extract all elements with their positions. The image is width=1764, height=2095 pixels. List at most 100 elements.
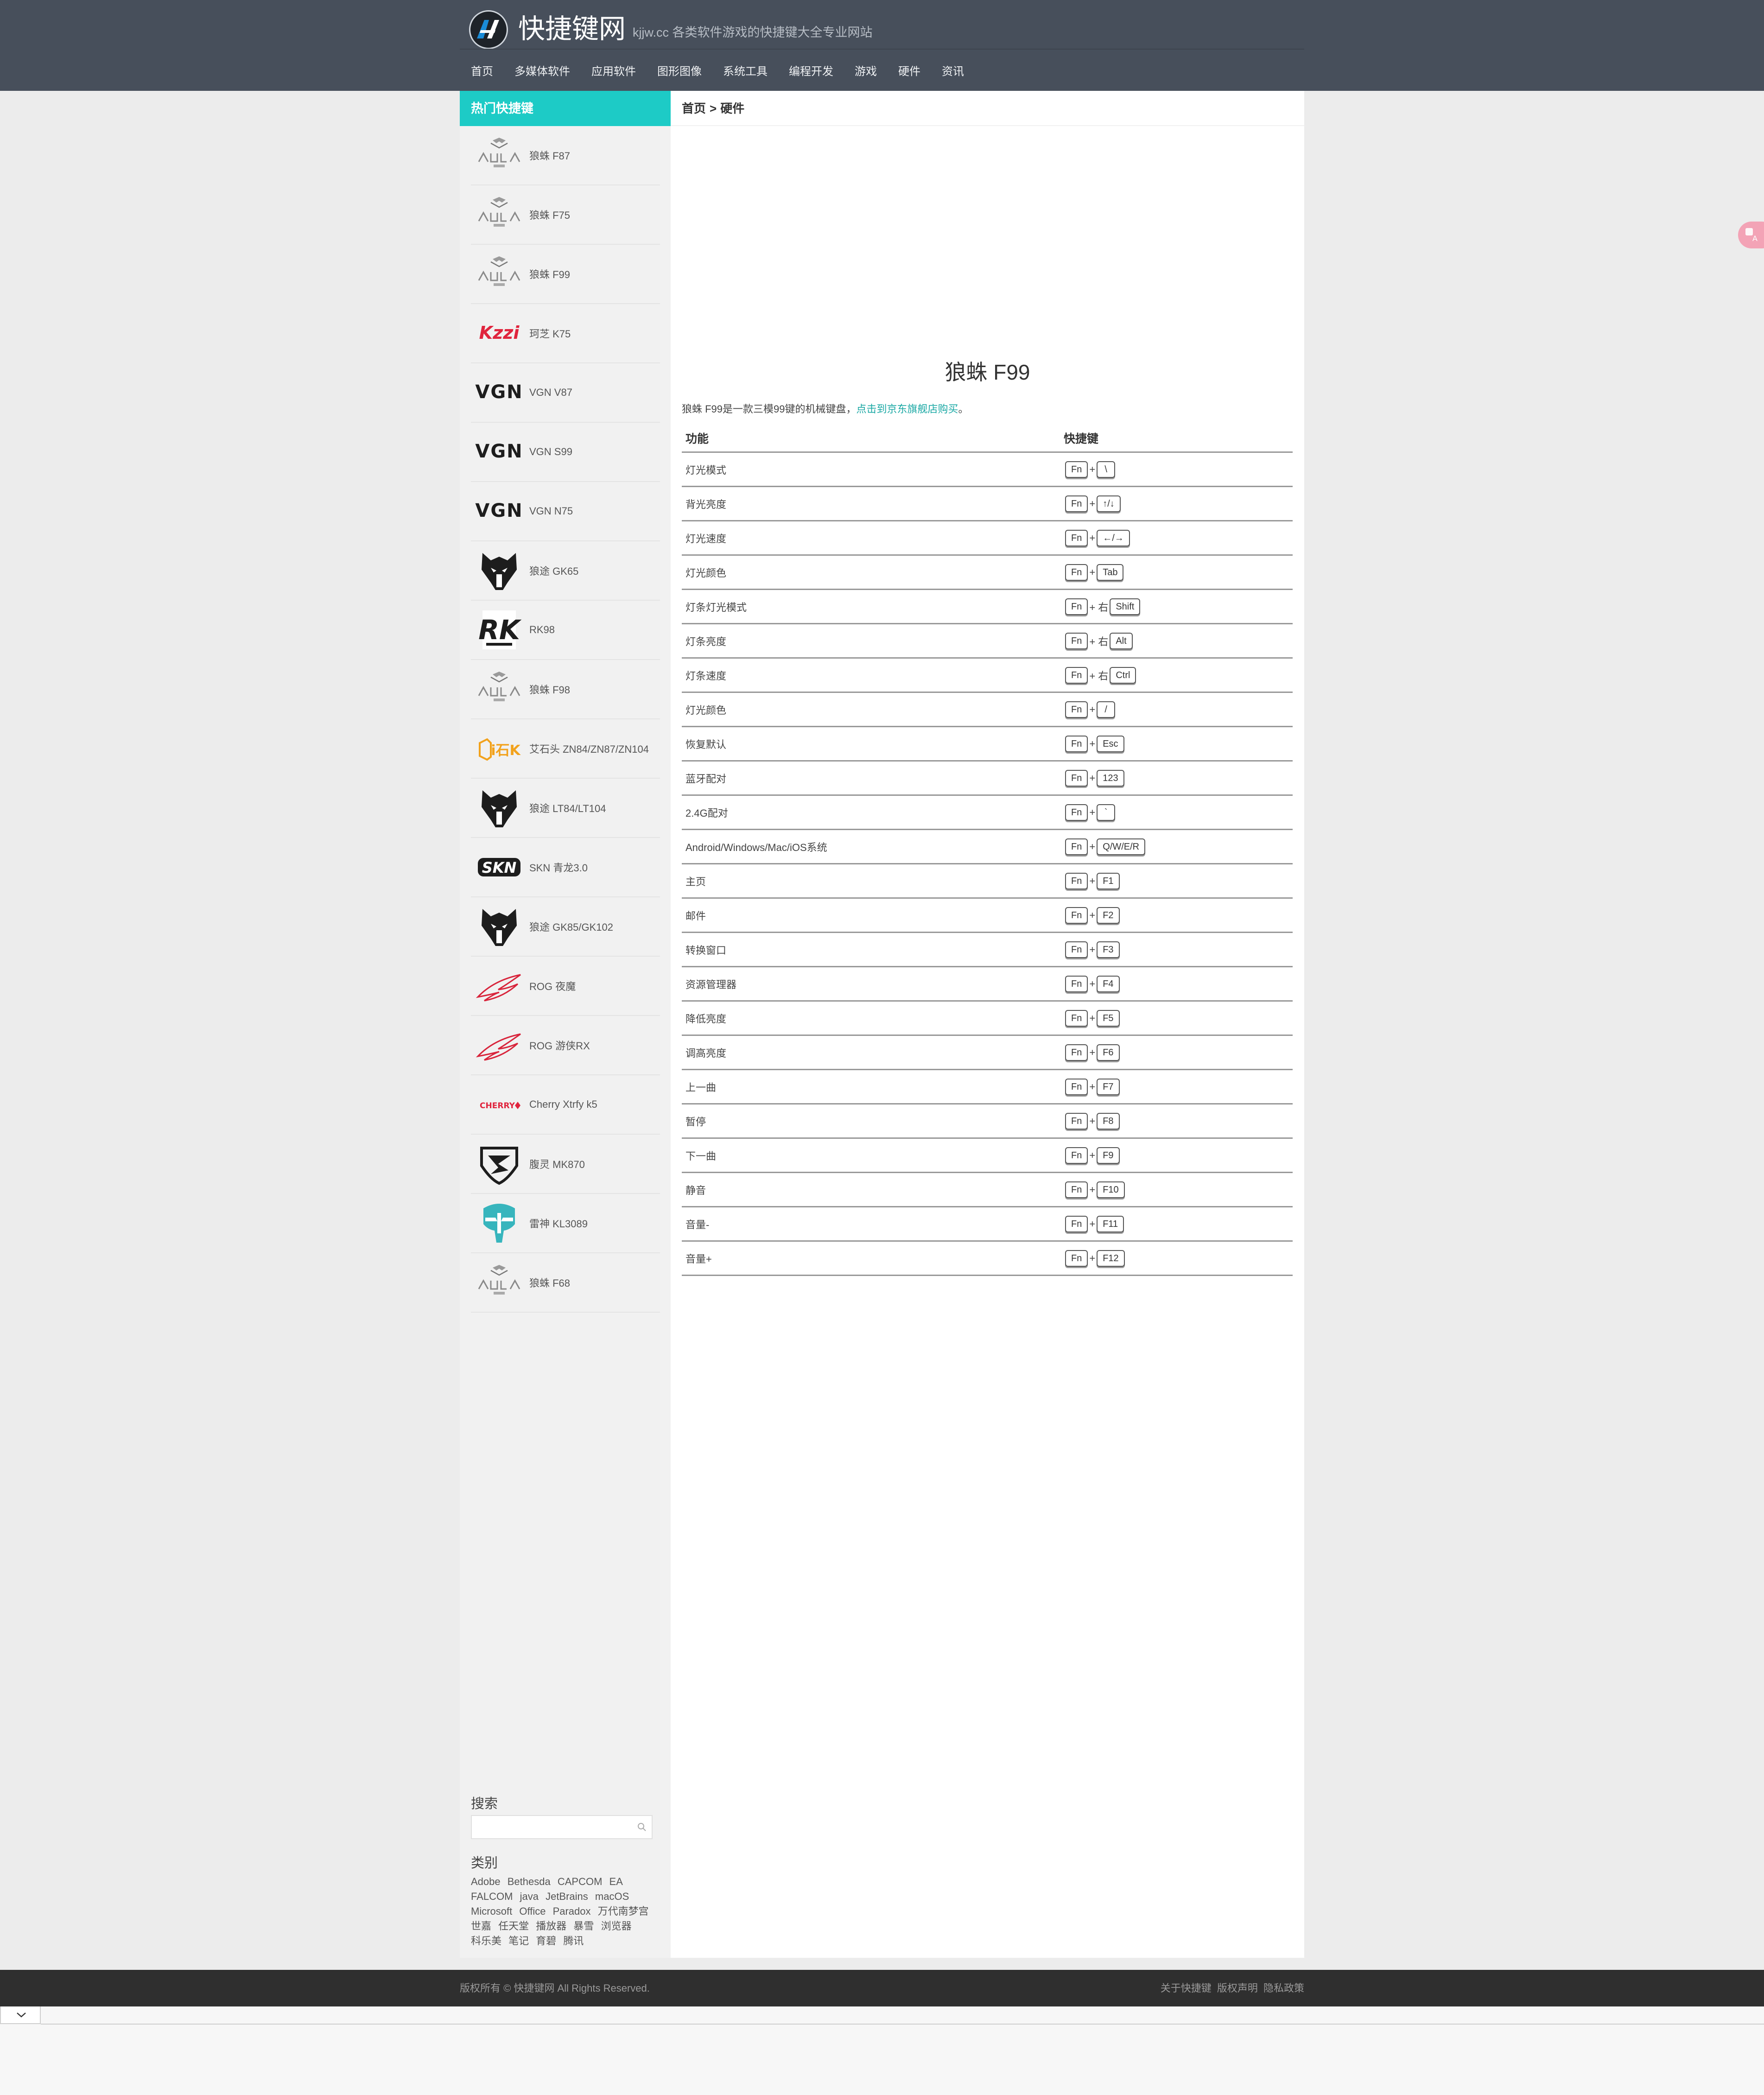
category-link[interactable]: 世嘉 xyxy=(471,1920,491,1932)
vgn-logo-icon[interactable]: VGN xyxy=(474,426,525,477)
aula-logo-icon[interactable] xyxy=(474,189,525,240)
ai-stone-logo-icon[interactable]: i石K xyxy=(474,723,525,774)
vgn-logo-icon[interactable]: VGN xyxy=(474,367,525,418)
category-link[interactable]: 科乐美 xyxy=(471,1935,501,1947)
category-link[interactable]: 育碧 xyxy=(536,1935,556,1947)
category-link[interactable]: java xyxy=(520,1891,539,1902)
hot-item-name[interactable]: 雷神 KL3089 xyxy=(529,1216,588,1231)
footer-link-about[interactable]: 关于快捷键 xyxy=(1161,1982,1212,1994)
aula-logo-icon[interactable] xyxy=(474,664,525,715)
fuling-logo-icon[interactable] xyxy=(474,1138,525,1189)
breadcrumb-home[interactable]: 首页 xyxy=(682,102,706,115)
footer-link-copyright[interactable]: 版权声明 xyxy=(1217,1982,1258,1994)
skn-logo-icon[interactable]: SKN xyxy=(474,842,525,893)
rog-logo-icon[interactable] xyxy=(474,1020,525,1071)
hot-item-name[interactable]: 艾石头 ZN84/ZN87/ZN104 xyxy=(529,741,649,756)
category-link[interactable]: Bethesda xyxy=(508,1876,551,1887)
hot-item-name[interactable]: 狼蛛 F99 xyxy=(529,267,570,281)
nav-item-system-tools[interactable]: 系统工具 xyxy=(723,62,768,78)
hot-item-name[interactable]: ROG 游侠RX xyxy=(529,1038,590,1053)
category-link[interactable]: 播放器 xyxy=(536,1920,566,1932)
hot-item[interactable]: 狼途 GK85/GK102 xyxy=(471,897,660,957)
hot-item[interactable]: 狼途 LT84/LT104 xyxy=(471,779,660,838)
hot-item[interactable]: VGN VGN S99 xyxy=(471,423,660,482)
hot-item-name[interactable]: SKN 青龙3.0 xyxy=(529,860,588,875)
nav-item-news[interactable]: 资讯 xyxy=(942,62,964,78)
panel-toggle-tab[interactable] xyxy=(0,2006,41,2024)
category-link[interactable]: 任天堂 xyxy=(498,1920,529,1932)
hot-item-name[interactable]: 狼蛛 F68 xyxy=(529,1275,570,1290)
chevron-down-icon[interactable] xyxy=(16,2011,27,2019)
hot-item-name[interactable]: VGN N75 xyxy=(529,505,573,517)
category-link[interactable]: Microsoft xyxy=(471,1905,512,1917)
aula-logo-icon[interactable] xyxy=(474,1257,525,1308)
nav-item-programming[interactable]: 编程开发 xyxy=(789,62,833,78)
category-link[interactable]: FALCOM xyxy=(471,1891,513,1902)
hot-item-name[interactable]: Cherry Xtrfy k5 xyxy=(529,1098,597,1111)
hot-item[interactable]: 狼蛛 F87 xyxy=(471,126,660,185)
nav-item-graphics[interactable]: 图形图像 xyxy=(657,62,702,78)
hot-item[interactable]: CHERRY Cherry Xtrfy k5 xyxy=(471,1075,660,1135)
cherry-logo-icon[interactable]: CHERRY xyxy=(474,1079,525,1130)
hot-item[interactable]: ROG 游侠RX xyxy=(471,1016,660,1075)
category-link[interactable]: Paradox xyxy=(553,1905,591,1917)
translate-widget[interactable]: A xyxy=(1738,222,1764,248)
thunderobot-logo-icon[interactable] xyxy=(474,1198,525,1249)
category-link[interactable]: EA xyxy=(609,1876,623,1887)
hot-item-name[interactable]: 腹灵 MK870 xyxy=(529,1156,585,1171)
category-link[interactable]: CAPCOM xyxy=(558,1876,603,1887)
nav-item-home[interactable]: 首页 xyxy=(471,62,493,78)
hot-item[interactable]: 腹灵 MK870 xyxy=(471,1135,660,1194)
hot-item[interactable]: 狼蛛 F98 xyxy=(471,660,660,719)
footer-link-privacy[interactable]: 隐私政策 xyxy=(1263,1982,1304,1994)
nav-item-hardware[interactable]: 硬件 xyxy=(898,62,920,78)
category-link[interactable]: Adobe xyxy=(471,1876,501,1887)
hot-item[interactable]: SKN SKN 青龙3.0 xyxy=(471,838,660,897)
hot-item-name[interactable]: 狼蛛 F75 xyxy=(529,207,570,222)
hot-item-name[interactable]: 狼蛛 F87 xyxy=(529,148,570,163)
langtu-logo-icon[interactable] xyxy=(474,901,525,952)
aula-logo-icon[interactable] xyxy=(474,130,525,181)
hot-item[interactable]: 狼途 GK65 xyxy=(471,541,660,601)
search-icon[interactable] xyxy=(637,1822,647,1832)
search-input[interactable] xyxy=(476,1817,630,1838)
kzzi-logo-icon[interactable]: Kzzi xyxy=(474,308,525,359)
hot-item-name[interactable]: VGN V87 xyxy=(529,387,572,399)
category-link[interactable]: 笔记 xyxy=(508,1935,529,1947)
hot-item[interactable]: VGN VGN N75 xyxy=(471,482,660,541)
breadcrumb-current[interactable]: 硬件 xyxy=(720,102,744,115)
nav-item-games[interactable]: 游戏 xyxy=(855,62,877,78)
hot-item-name[interactable]: 狼途 LT84/LT104 xyxy=(529,800,606,815)
hot-item[interactable]: 狼蛛 F75 xyxy=(471,185,660,245)
category-link[interactable]: 暴雪 xyxy=(573,1920,594,1932)
hot-item[interactable]: 雷神 KL3089 xyxy=(471,1194,660,1253)
hot-item-name[interactable]: 珂芝 K75 xyxy=(529,326,571,341)
buy-link[interactable]: 点击到京东旗舰店购买 xyxy=(857,403,958,415)
category-link[interactable]: Office xyxy=(519,1905,546,1917)
hot-item[interactable]: VGN VGN V87 xyxy=(471,363,660,423)
hot-item-name[interactable]: RK98 xyxy=(529,624,555,636)
aula-logo-icon[interactable] xyxy=(474,248,525,299)
hot-item-name[interactable]: ROG 夜魔 xyxy=(529,978,576,993)
hot-item[interactable]: ROG 夜魔 xyxy=(471,957,660,1016)
category-link[interactable]: 万代南梦宫 xyxy=(598,1905,649,1917)
hot-item-name[interactable]: VGN S99 xyxy=(529,446,572,458)
site-logo-icon[interactable] xyxy=(469,10,508,49)
hot-item-name[interactable]: 狼途 GK85/GK102 xyxy=(529,919,613,934)
hot-item[interactable]: 狼蛛 F99 xyxy=(471,245,660,304)
rk-logo-icon[interactable]: RK xyxy=(474,604,525,655)
hot-item[interactable]: Kzzi 珂芝 K75 xyxy=(471,304,660,363)
hot-item[interactable]: 狼蛛 F68 xyxy=(471,1253,660,1313)
nav-item-apps[interactable]: 应用软件 xyxy=(591,62,636,78)
nav-item-multimedia[interactable]: 多媒体软件 xyxy=(514,62,570,78)
langtu-logo-icon[interactable] xyxy=(474,545,525,596)
category-link[interactable]: 浏览器 xyxy=(601,1920,632,1932)
site-title[interactable]: 快捷键网 xyxy=(518,8,626,50)
vgn-logo-icon[interactable]: VGN xyxy=(474,486,525,537)
hot-item-name[interactable]: 狼蛛 F98 xyxy=(529,682,570,697)
hot-item[interactable]: i石K 艾石头 ZN84/ZN87/ZN104 xyxy=(471,719,660,779)
hot-item-name[interactable]: 狼途 GK65 xyxy=(529,563,578,578)
hot-item[interactable]: RK RK98 xyxy=(471,601,660,660)
category-link[interactable]: macOS xyxy=(595,1891,629,1902)
category-link[interactable]: JetBrains xyxy=(546,1891,588,1902)
